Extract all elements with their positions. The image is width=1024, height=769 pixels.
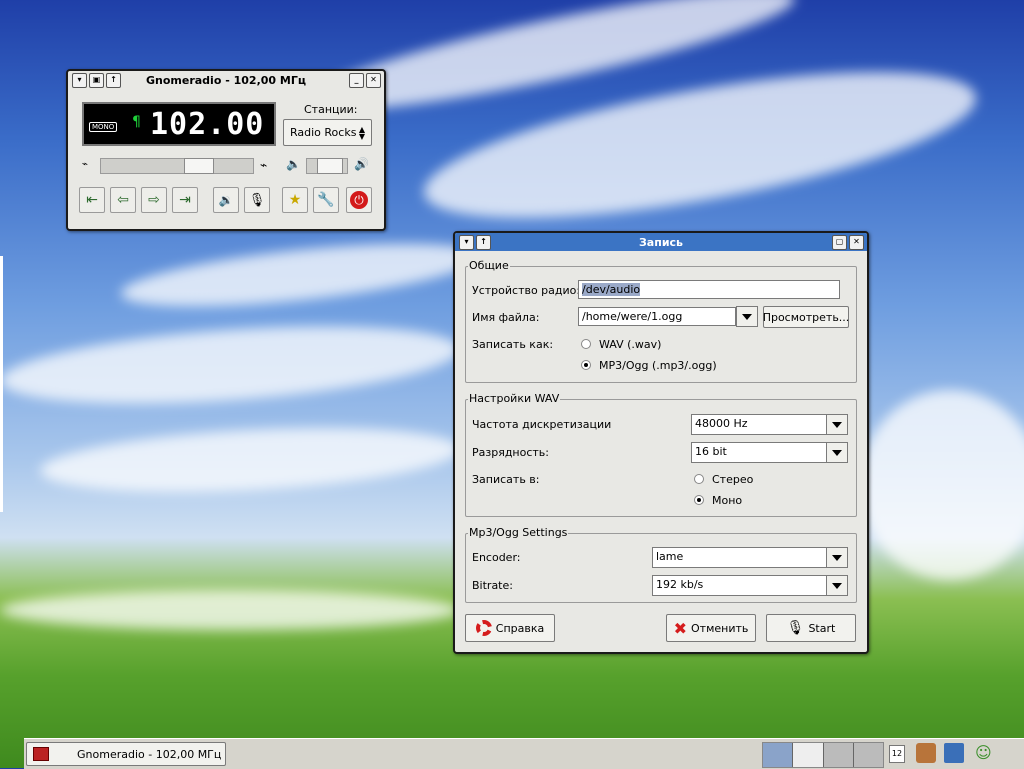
record-as-label: Записать как: <box>472 338 554 351</box>
gnomeradio-window: ▾ ▣ ↑ Gnomeradio - 102,00 МГц _ ✕ MONO ¶… <box>66 69 386 231</box>
volume-slider-handle[interactable] <box>317 158 343 174</box>
seek-start-button[interactable]: ⇤ <box>79 187 105 213</box>
workspace-switcher[interactable] <box>762 742 884 768</box>
stations-label: Станции: <box>304 103 358 116</box>
chevron-down-icon <box>832 421 842 428</box>
mp3-radio[interactable] <box>581 360 591 370</box>
stereo-option-label[interactable]: Стерео <box>712 473 753 486</box>
mute-button[interactable]: 🔉 <box>213 187 239 213</box>
filename-label: Имя файла: <box>472 311 540 324</box>
bitrate-label: Bitrate: <box>472 579 513 592</box>
add-favorite-button[interactable]: ★ <box>282 187 308 213</box>
chevron-down-icon <box>832 449 842 456</box>
seek-end-button[interactable]: ⇥ <box>172 187 198 213</box>
workspace-2[interactable] <box>793 743 824 767</box>
tuning-slider-handle[interactable] <box>184 158 214 174</box>
preferences-button[interactable]: 🔧 <box>313 187 339 213</box>
back-button[interactable]: ⇦ <box>110 187 136 213</box>
offscreen-panel-edge <box>0 256 3 512</box>
taskbar-task-gnomeradio[interactable]: Gnomeradio - 102,00 МГц <box>26 742 226 766</box>
package-icon[interactable] <box>916 743 936 763</box>
volume-slider[interactable] <box>306 158 348 174</box>
record-button[interactable]: 🎙 <box>244 187 270 213</box>
mono-radio[interactable] <box>694 495 704 505</box>
microphone-icon: 🎙 <box>786 620 805 636</box>
gnomeradio-titlebar[interactable]: ▾ ▣ ↑ Gnomeradio - 102,00 МГц _ ✕ <box>68 71 384 89</box>
maximize-icon[interactable]: ▢ <box>832 235 847 250</box>
mono-option-label[interactable]: Моно <box>712 494 742 507</box>
media-player-icon[interactable] <box>944 743 964 763</box>
browse-button[interactable]: Просмотреть... <box>763 306 849 328</box>
device-input[interactable]: /dev/audio <box>578 280 840 299</box>
start-button[interactable]: 🎙 Start <box>766 614 856 642</box>
samplerate-select[interactable]: 48000 Hz <box>691 414 827 435</box>
samplerate-dropdown[interactable] <box>826 414 848 435</box>
filename-dropdown[interactable] <box>736 306 758 327</box>
calendar-icon[interactable]: 12 <box>889 745 905 763</box>
record-titlebar[interactable]: ▾ ↑ Запись ▢ ✕ <box>455 233 867 251</box>
record-dialog: ▾ ↑ Запись ▢ ✕ Общие Устройство радио: /… <box>453 231 869 654</box>
close-icon[interactable]: ✕ <box>849 235 864 250</box>
samplerate-label: Частота дискретизации <box>472 418 612 431</box>
forward-button[interactable]: ⇨ <box>141 187 167 213</box>
workspace-3[interactable] <box>823 743 854 767</box>
mp3-option-label[interactable]: MP3/Ogg (.mp3/.ogg) <box>599 359 717 372</box>
close-icon[interactable]: ✕ <box>366 73 381 88</box>
chevron-down-icon <box>832 582 842 589</box>
cancel-icon: ✖ <box>673 618 688 638</box>
taskbar: Gnomeradio - 102,00 МГц 12 ☺ <box>24 738 1024 769</box>
general-group: Общие Устройство радио: /dev/audio Имя ф… <box>465 259 857 383</box>
mp3-settings-group: Mp3/Ogg Settings Encoder: lame Bitrate: … <box>465 526 857 603</box>
window-menu-icon[interactable]: ▾ <box>72 73 87 88</box>
bits-dropdown[interactable] <box>826 442 848 463</box>
frequency-display: MONO ¶ 102.00 <box>82 102 276 146</box>
lifebuoy-icon <box>475 620 492 636</box>
bitrate-dropdown[interactable] <box>826 575 848 596</box>
frequency-value: 102.00 <box>150 107 265 142</box>
signal-antenna-icon: ¶ <box>132 114 141 130</box>
channels-label: Записать в: <box>472 473 540 486</box>
window-title: Gnomeradio - 102,00 МГц <box>146 73 306 87</box>
wav-radio[interactable] <box>581 339 591 349</box>
spin-arrows-icon: ▲ ▼ <box>358 124 365 141</box>
window-shade-icon[interactable]: ↑ <box>476 235 491 250</box>
encoder-dropdown[interactable] <box>826 547 848 568</box>
cancel-button[interactable]: ✖ Отменить <box>666 614 756 642</box>
window-sticky-icon[interactable]: ▣ <box>89 73 104 88</box>
workspace-1[interactable] <box>763 743 794 767</box>
wav-option-label[interactable]: WAV (.wav) <box>599 338 661 351</box>
radio-app-icon <box>33 747 49 761</box>
tune-down-icon: ⌁ <box>82 159 89 170</box>
help-button[interactable]: Справка <box>465 614 555 642</box>
bits-label: Разрядность: <box>472 446 549 459</box>
chevron-down-icon <box>742 313 752 320</box>
tuning-slider[interactable] <box>100 158 254 174</box>
minimize-icon[interactable]: _ <box>349 73 364 88</box>
window-shade-icon[interactable]: ↑ <box>106 73 121 88</box>
bits-select[interactable]: 16 bit <box>691 442 827 463</box>
device-label: Устройство радио: <box>472 284 581 297</box>
dialog-title: Запись <box>638 235 684 249</box>
station-selected: Radio Rocks <box>290 126 357 139</box>
stereo-radio[interactable] <box>694 474 704 484</box>
power-icon: ⏻ <box>350 191 368 209</box>
encoder-label: Encoder: <box>472 551 521 564</box>
encoder-select[interactable]: lame <box>652 547 827 568</box>
volume-low-icon: 🔈 <box>286 157 301 171</box>
tune-up-icon: ⌁ <box>260 158 268 172</box>
bitrate-select[interactable]: 192 kb/s <box>652 575 827 596</box>
workspace-4[interactable] <box>853 743 883 767</box>
filename-input[interactable]: /home/were/1.ogg <box>578 307 736 326</box>
chevron-down-icon <box>832 554 842 561</box>
wav-settings-group: Настройки WAV Частота дискретизации 4800… <box>465 392 857 517</box>
mono-badge: MONO <box>89 122 118 132</box>
wav-group-title: Настройки WAV <box>468 392 561 405</box>
power-button[interactable]: ⏻ <box>346 187 372 213</box>
volume-high-icon: 🔊 <box>354 157 369 171</box>
station-selector[interactable]: Radio Rocks ▲ ▼ <box>283 119 372 146</box>
general-group-title: Общие <box>468 259 510 272</box>
mp3-group-title: Mp3/Ogg Settings <box>468 526 569 539</box>
user-icon[interactable]: ☺ <box>975 743 993 763</box>
window-menu-icon[interactable]: ▾ <box>459 235 474 250</box>
